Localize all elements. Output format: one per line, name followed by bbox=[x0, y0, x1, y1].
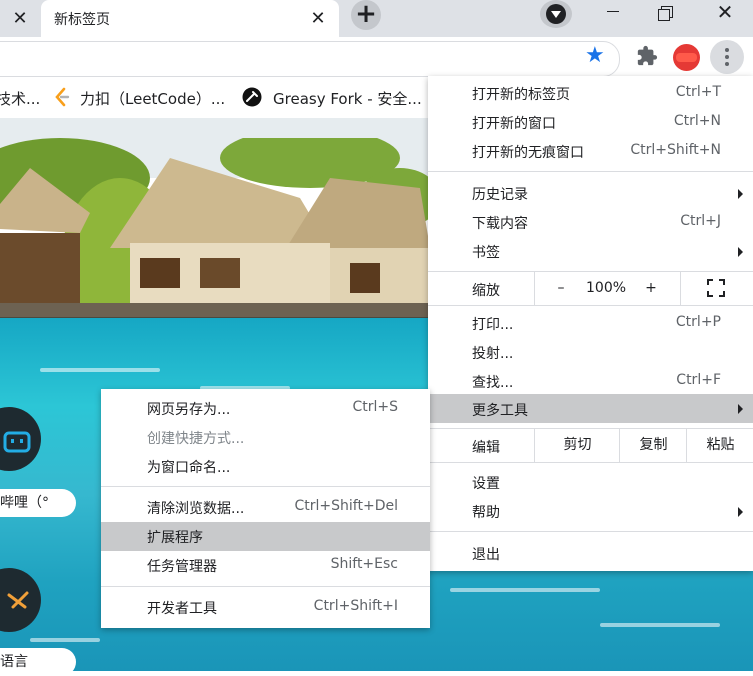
menu-downloads[interactable]: 下载内容 Ctrl+J bbox=[428, 208, 753, 237]
submenu-create-shortcut: 创建快捷方式... bbox=[147, 431, 245, 447]
chevron-right-icon bbox=[738, 247, 743, 257]
menu-zoom-row: 缩放 – 100% + bbox=[428, 271, 753, 306]
tab-title: 新标签页 bbox=[54, 12, 110, 28]
new-tab-button[interactable]: + bbox=[351, 0, 381, 30]
chrome-main-menu: 打开新的标签页 Ctrl+T 打开新的窗口 Ctrl+N 打开新的无痕窗口 Ct… bbox=[428, 76, 753, 571]
bilibili-icon bbox=[3, 431, 31, 453]
menu-print[interactable]: 打印... Ctrl+P bbox=[428, 309, 753, 338]
menu-new-incognito[interactable]: 打开新的无痕窗口 Ctrl+Shift+N bbox=[428, 137, 753, 166]
menu-more-tools[interactable]: 更多工具 bbox=[428, 394, 753, 423]
zoom-in-button[interactable]: + bbox=[626, 272, 676, 305]
menu-cast[interactable]: 投射... bbox=[428, 338, 753, 367]
submenu-developer-tools[interactable]: 开发者工具 Ctrl+Shift+I bbox=[101, 593, 430, 622]
zoom-out-button[interactable]: – bbox=[534, 272, 587, 305]
address-bar[interactable] bbox=[0, 41, 620, 77]
restore-icon bbox=[658, 6, 673, 21]
tab-search-button[interactable] bbox=[540, 0, 572, 28]
menu-settings[interactable]: 设置 bbox=[428, 468, 753, 497]
shortcut-label[interactable]: 哔哩（° bbox=[0, 489, 76, 517]
profile-avatar[interactable] bbox=[673, 44, 700, 71]
menu-help[interactable]: 帮助 bbox=[428, 497, 753, 526]
chevron-right-icon bbox=[738, 189, 743, 199]
leetcode-icon bbox=[55, 87, 70, 107]
menu-exit[interactable]: 退出 bbox=[428, 539, 753, 568]
menu-edit-row: 编辑 剪切 复制 粘贴 bbox=[428, 428, 753, 463]
submenu-name-window[interactable]: 为窗口命名... bbox=[101, 452, 430, 481]
bookmark-item[interactable]: 技术... bbox=[0, 88, 40, 109]
tab-close-icon[interactable]: ✕ bbox=[12, 10, 28, 28]
bookmark-item[interactable]: 力扣（LeetCode）... bbox=[80, 88, 225, 109]
more-tools-submenu: 网页另存为... Ctrl+S 创建快捷方式... 为窗口命名... 清除浏览数… bbox=[101, 389, 430, 628]
menu-find[interactable]: 查找... Ctrl+F bbox=[428, 367, 753, 396]
menu-new-window[interactable]: 打开新的窗口 Ctrl+N bbox=[428, 108, 753, 137]
bookmark-item[interactable]: Greasy Fork - 安全... bbox=[273, 88, 422, 109]
greasyfork-icon bbox=[242, 87, 262, 107]
minimize-button[interactable] bbox=[590, 0, 636, 30]
zoom-level: 100% bbox=[586, 280, 627, 296]
menu-bookmarks[interactable]: 书签 bbox=[428, 237, 753, 266]
tab-strip: ✕ 新标签页 ✕ + ✕ bbox=[0, 0, 753, 37]
fullscreen-button[interactable] bbox=[680, 272, 753, 305]
cut-button[interactable]: 剪切 bbox=[534, 429, 620, 462]
shortcut-logo-icon bbox=[7, 591, 29, 609]
star-icon[interactable]: ★ bbox=[585, 45, 605, 67]
tab-active[interactable]: 新标签页 ✕ bbox=[41, 0, 339, 37]
minimize-icon bbox=[607, 11, 619, 12]
copy-button[interactable]: 复制 bbox=[619, 429, 687, 462]
submenu-extensions[interactable]: 扩展程序 bbox=[101, 522, 430, 551]
shortcut-label[interactable]: 语言 bbox=[0, 648, 76, 676]
submenu-task-manager[interactable]: 任务管理器 Shift+Esc bbox=[101, 551, 430, 580]
fullscreen-icon bbox=[707, 279, 725, 297]
submenu-clear-browsing-data[interactable]: 清除浏览数据... Ctrl+Shift+Del bbox=[101, 493, 430, 522]
puzzle-icon[interactable] bbox=[636, 45, 658, 67]
submenu-save-as[interactable]: 网页另存为... Ctrl+S bbox=[101, 394, 430, 423]
menu-history[interactable]: 历史记录 bbox=[428, 179, 753, 208]
paste-button[interactable]: 粘贴 bbox=[686, 429, 753, 462]
kebab-icon[interactable] bbox=[710, 40, 744, 74]
maximize-button[interactable] bbox=[644, 0, 690, 30]
tab-close-icon[interactable]: ✕ bbox=[310, 10, 326, 28]
tab-previous[interactable]: ✕ bbox=[0, 0, 40, 37]
chevron-right-icon bbox=[738, 507, 743, 517]
chevron-right-icon bbox=[738, 404, 743, 414]
menu-new-tab[interactable]: 打开新的标签页 Ctrl+T bbox=[428, 79, 753, 108]
close-window-button[interactable]: ✕ bbox=[702, 0, 748, 30]
